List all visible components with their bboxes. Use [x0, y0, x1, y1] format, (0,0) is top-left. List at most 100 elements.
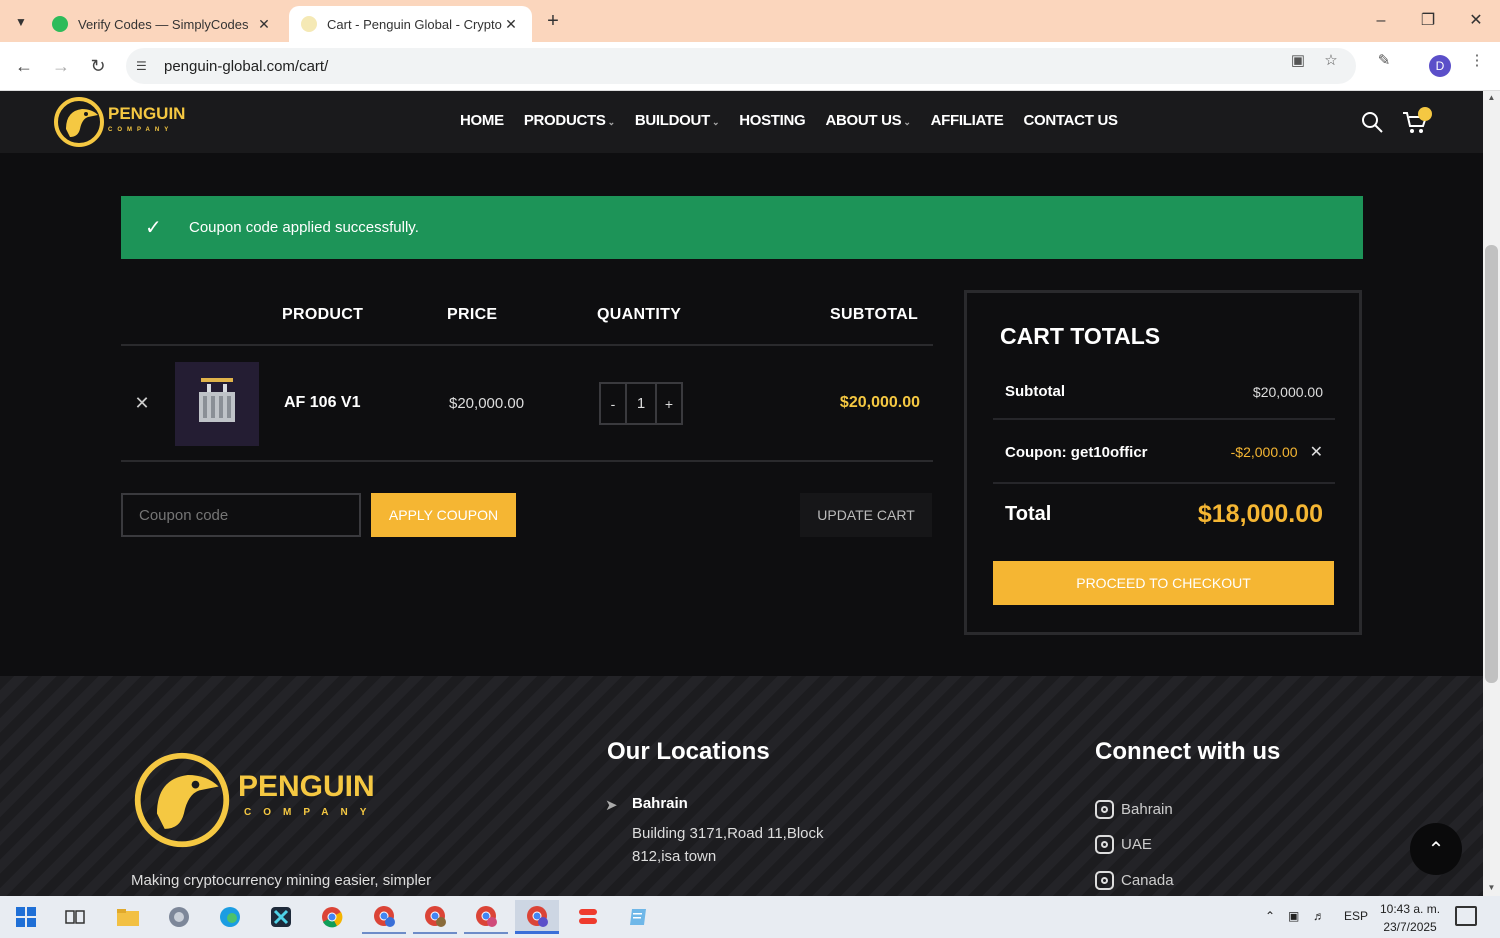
chrome-profile-icon[interactable]: [413, 900, 457, 934]
minimize-icon[interactable]: –: [1366, 8, 1396, 34]
capcut-app-icon[interactable]: [259, 900, 303, 934]
notice-message: Coupon code applied successfully.: [189, 219, 419, 236]
translate-icon[interactable]: ▣: [1287, 50, 1309, 72]
col-header-product: PRODUCT: [282, 306, 364, 323]
col-header-subtotal: SUBTOTAL: [830, 306, 919, 323]
social-link-uae[interactable]: UAE: [1095, 835, 1152, 854]
app-globe-icon[interactable]: [157, 900, 201, 934]
remove-item-icon[interactable]: ✕: [133, 393, 151, 413]
restore-icon[interactable]: ❐: [1413, 8, 1443, 34]
chrome-profile-icon[interactable]: [362, 900, 406, 934]
show-hidden-icons-icon[interactable]: ⌃: [1265, 909, 1275, 923]
cart-totals-title: CART TOTALS: [1000, 323, 1161, 349]
chevron-down-icon: ⌄: [607, 117, 616, 127]
footer-logo[interactable]: PENGUIN COMPANY: [130, 748, 378, 852]
scroll-to-top-button[interactable]: ⌃: [1410, 823, 1462, 875]
site-logo[interactable]: PENGUIN COMPANY: [52, 95, 185, 149]
nav-hosting[interactable]: HOSTING: [739, 112, 806, 129]
profile-avatar[interactable]: D: [1429, 55, 1451, 77]
total-label: Total: [1005, 503, 1052, 525]
scrollbar-thumb[interactable]: [1485, 245, 1498, 683]
file-explorer-icon[interactable]: [106, 900, 150, 934]
apply-coupon-button[interactable]: APPLY COUPON: [371, 493, 516, 537]
instagram-icon: [1095, 871, 1114, 890]
close-tab-icon[interactable]: ✕: [255, 16, 273, 33]
quantity-increase-button[interactable]: +: [657, 384, 681, 423]
product-thumbnail[interactable]: [175, 362, 259, 446]
chrome-profile-icon[interactable]: [464, 900, 508, 934]
remove-coupon-icon[interactable]: ✕: [1310, 444, 1323, 461]
instagram-icon: [1095, 800, 1114, 819]
transformer-image-icon: [199, 378, 235, 422]
scroll-down-icon[interactable]: ▼: [1486, 883, 1497, 892]
nav-about-us[interactable]: ABOUT US ⌄: [825, 112, 910, 129]
tab-search-button[interactable]: ▼: [8, 9, 34, 35]
divider: [121, 344, 933, 346]
chrome-profile-icon[interactable]: [515, 900, 559, 934]
subtotal-label: Subtotal: [1005, 383, 1065, 400]
total-value: $18,000.00: [1197, 500, 1323, 528]
site-info-icon[interactable]: ☰: [136, 59, 154, 73]
extensions-icon[interactable]: ✎: [1373, 50, 1395, 72]
product-name-link[interactable]: AF 106 V1: [284, 394, 360, 412]
coupon-row: Coupon: get10officr -$2,000.00 ✕: [993, 442, 1335, 462]
tab-penguin-cart[interactable]: Cart - Penguin Global - Crypto Mining ✕: [289, 6, 532, 42]
location-arrow-icon: ➤: [605, 797, 618, 814]
system-clock[interactable]: 10:43 a. m. 23/7/2025: [1380, 900, 1440, 936]
site-footer: PENGUIN COMPANY Making cryptocurrency mi…: [0, 676, 1483, 896]
nav-contact-us[interactable]: CONTACT US: [1023, 112, 1118, 129]
close-tab-icon[interactable]: ✕: [502, 16, 520, 33]
anydesk-app-icon[interactable]: [566, 900, 610, 934]
task-view-icon[interactable]: [53, 900, 97, 934]
chevron-down-icon: ⌄: [711, 117, 720, 127]
volume-icon[interactable]: ♬: [1313, 909, 1325, 923]
update-cart-button[interactable]: UPDATE CART: [800, 493, 932, 537]
cart-totals-panel: CART TOTALS Subtotal $20,000.00 Coupon: …: [964, 290, 1362, 635]
nav-products[interactable]: PRODUCTS ⌄: [524, 112, 615, 129]
clock-time: 10:43 a. m.: [1380, 902, 1441, 916]
product-price: $20,000.00: [449, 395, 525, 412]
coupon-label: Coupon: get10officr: [1005, 443, 1148, 461]
coupon-code-input[interactable]: [121, 493, 361, 537]
chrome-icon[interactable]: [310, 900, 354, 934]
notepad-app-icon[interactable]: [617, 900, 661, 934]
penguin-logo-icon: [134, 752, 230, 848]
forward-icon[interactable]: →: [49, 54, 73, 78]
nav-affiliate[interactable]: AFFILIATE: [931, 112, 1004, 129]
quantity-input[interactable]: 1: [625, 384, 657, 423]
address-bar[interactable]: ☰ penguin-global.com/cart/: [126, 48, 1356, 84]
search-icon[interactable]: [1360, 110, 1384, 134]
quantity-decrease-button[interactable]: -: [601, 384, 625, 423]
reload-icon[interactable]: ↻: [86, 54, 110, 78]
logo-text: PENGUIN COMPANY: [108, 104, 186, 133]
url-text[interactable]: penguin-global.com/cart/: [164, 58, 328, 75]
nav-buildout[interactable]: BUILDOUT ⌄: [635, 112, 720, 129]
scroll-up-icon[interactable]: ▲: [1486, 93, 1497, 102]
network-icon[interactable]: ▣: [1288, 909, 1299, 923]
location-name: Bahrain: [632, 795, 688, 812]
notification-center-icon[interactable]: [1455, 906, 1477, 926]
edge-browser-icon[interactable]: [208, 900, 252, 934]
menu-dots-icon[interactable]: ⋮: [1466, 50, 1488, 72]
coupon-discount-value: -$2,000.00: [1230, 444, 1298, 460]
total-row: Total $18,000.00: [993, 500, 1335, 529]
windows-start-icon[interactable]: [4, 900, 48, 934]
connect-heading: Connect with us: [1095, 738, 1281, 765]
bookmark-star-icon[interactable]: ☆: [1320, 50, 1342, 72]
col-header-quantity: QUANTITY: [597, 306, 682, 323]
nav-home[interactable]: HOME: [460, 112, 504, 129]
cart-count-badge: [1418, 107, 1432, 121]
chevron-down-icon: ⌄: [903, 117, 911, 127]
new-tab-icon[interactable]: +: [540, 9, 566, 35]
tab-simplycodes[interactable]: Verify Codes — SimplyCodes ✕: [40, 6, 285, 42]
social-link-canada[interactable]: Canada: [1095, 871, 1174, 890]
input-language-indicator[interactable]: ESP: [1344, 909, 1368, 923]
divider: [993, 482, 1335, 484]
subtotal-row: Subtotal $20,000.00: [993, 383, 1335, 400]
back-icon[interactable]: ←: [12, 54, 36, 78]
window-close-icon[interactable]: ✕: [1461, 8, 1491, 34]
social-link-bahrain[interactable]: Bahrain: [1095, 800, 1173, 819]
proceed-to-checkout-button[interactable]: PROCEED TO CHECKOUT: [993, 561, 1334, 605]
quantity-stepper: - 1 +: [599, 382, 683, 425]
page-scrollbar[interactable]: ▲ ▼: [1483, 91, 1500, 896]
